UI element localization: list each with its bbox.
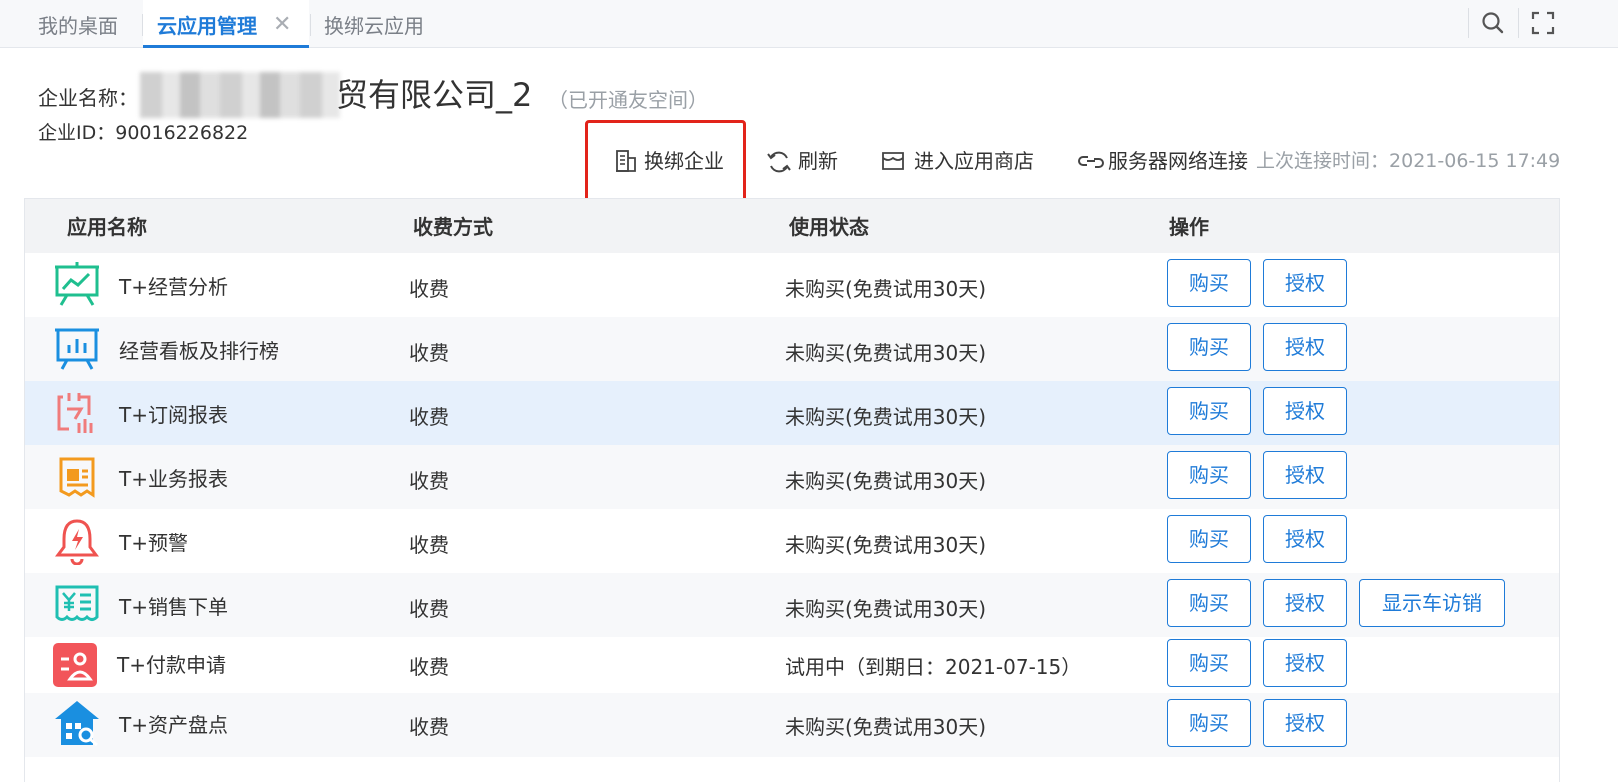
annotation-highlight-box: [585, 120, 746, 208]
buy-button[interactable]: 购买: [1167, 699, 1251, 747]
table-row: T+业务报表 收费 未购买(免费试用30天) 购买 授权: [25, 445, 1559, 509]
server-network-label: 服务器网络连接: [1108, 149, 1248, 173]
app-name: T+销售下单: [119, 595, 228, 619]
fullscreen-icon[interactable]: [1530, 10, 1556, 36]
usage-status: 未购买(免费试用30天): [785, 715, 987, 739]
store-icon: [882, 152, 904, 170]
payment-request-icon: [53, 643, 97, 687]
tab-cloud-app-management[interactable]: 云应用管理 ✕: [143, 0, 309, 48]
table-row: T+资产盘点 收费 未购买(免费试用30天) 购买 授权: [25, 693, 1559, 757]
buy-button[interactable]: 购买: [1167, 387, 1251, 435]
table-row: T+销售下单 收费 未购买(免费试用30天) 购买 授权 显示车访销: [25, 573, 1559, 637]
last-connect-time: 上次连接时间：2021-06-15 17:49: [1256, 146, 1560, 176]
dashboard-ranking-icon: [55, 328, 99, 370]
header-operations: 操作: [1169, 215, 1209, 239]
search-icon[interactable]: [1480, 10, 1506, 36]
authorize-button[interactable]: 授权: [1263, 579, 1347, 627]
buy-button[interactable]: 购买: [1167, 451, 1251, 499]
usage-status: 未购买(免费试用30天): [785, 405, 987, 429]
authorize-button[interactable]: 授权: [1263, 515, 1347, 563]
usage-status: 未购买(免费试用30天): [785, 597, 987, 621]
header-usage-status: 使用状态: [789, 215, 869, 239]
alarm-bell-icon: [55, 519, 99, 565]
last-connect-value: 2021-06-15 17:49: [1389, 150, 1561, 172]
authorize-button[interactable]: 授权: [1263, 387, 1347, 435]
tab-bar: 我的桌面 云应用管理 ✕ 换绑云应用: [0, 0, 1618, 48]
usage-status: 未购买(免费试用30天): [785, 533, 987, 557]
tab-divider: [310, 14, 311, 36]
charge-mode: 收费: [409, 469, 449, 493]
app-name: T+付款申请: [117, 653, 226, 677]
asset-inventory-icon: [55, 701, 99, 747]
table-row: T+预警 收费 未购买(免费试用30天) 购买 授权: [25, 509, 1559, 573]
enterprise-name: 贸有限公司_2: [336, 76, 533, 114]
app-name: T+资产盘点: [119, 713, 228, 737]
authorize-button[interactable]: 授权: [1263, 451, 1347, 499]
charge-mode: 收费: [409, 597, 449, 621]
tab-rebind-cloud-app[interactable]: 换绑云应用: [324, 0, 424, 48]
charge-mode: 收费: [409, 533, 449, 557]
buy-button[interactable]: 购买: [1167, 579, 1251, 627]
buy-button[interactable]: 购买: [1167, 639, 1251, 687]
app-name: 经营看板及排行榜: [119, 339, 279, 363]
buy-button[interactable]: 购买: [1167, 515, 1251, 563]
table-row: T+付款申请 收费 试用中（到期日：2021-07-15） 购买 授权: [25, 637, 1559, 693]
authorize-button[interactable]: 授权: [1263, 699, 1347, 747]
link-icon: [1078, 156, 1104, 168]
table-row: T+经营分析 收费 未购买(免费试用30天) 购买 授权: [25, 253, 1559, 317]
chart-board-icon: [55, 262, 99, 306]
show-van-sales-button[interactable]: 显示车访销: [1359, 579, 1505, 627]
authorize-button[interactable]: 授权: [1263, 323, 1347, 371]
sales-order-icon: [55, 585, 99, 621]
last-connect-label: 上次连接时间：: [1256, 150, 1390, 172]
usage-status: 未购买(免费试用30天): [785, 341, 987, 365]
table-row: 经营看板及排行榜 收费 未购买(免费试用30天) 购买 授权: [25, 317, 1559, 381]
charge-mode: 收费: [409, 655, 449, 679]
topbar-divider: [1468, 8, 1469, 38]
refresh-label: 刷新: [798, 149, 838, 173]
header-app-name: 应用名称: [67, 215, 147, 239]
close-icon[interactable]: ✕: [273, 0, 291, 50]
server-network-button[interactable]: 服务器网络连接: [1078, 146, 1254, 176]
buy-button[interactable]: 购买: [1167, 323, 1251, 371]
enterprise-id-value: 90016226822: [115, 122, 249, 144]
business-report-icon: [59, 457, 95, 498]
enterprise-id-label: 企业ID：: [38, 122, 116, 144]
usage-status: 未购买(免费试用30天): [785, 469, 987, 493]
charge-mode: 收费: [409, 715, 449, 739]
charge-mode: 收费: [409, 341, 449, 365]
refresh-icon: [767, 151, 791, 173]
subscribe-report-icon: [57, 393, 93, 433]
charge-mode: 收费: [409, 277, 449, 301]
refresh-button[interactable]: 刷新: [766, 146, 846, 176]
app-store-button[interactable]: 进入应用商店: [880, 146, 1040, 176]
authorize-button[interactable]: 授权: [1263, 259, 1347, 307]
topbar-divider: [1518, 8, 1519, 38]
app-store-label: 进入应用商店: [914, 149, 1034, 173]
app-name: T+经营分析: [119, 275, 228, 299]
usage-status: 未购买(免费试用30天): [785, 277, 987, 301]
app-name: T+业务报表: [119, 467, 228, 491]
enterprise-name-label: 企业名称：: [38, 86, 138, 110]
space-status-note: （已开通友空间）: [548, 88, 708, 112]
buy-button[interactable]: 购买: [1167, 259, 1251, 307]
tab-my-desktop[interactable]: 我的桌面: [38, 0, 118, 48]
header-charge-mode: 收费方式: [413, 215, 493, 239]
enterprise-id: 企业ID：90016226822: [38, 118, 248, 145]
charge-mode: 收费: [409, 405, 449, 429]
table-header: 应用名称 收费方式 使用状态 操作: [25, 199, 1559, 253]
redacted-enterprise-name: [140, 72, 340, 118]
cloud-app-table: 应用名称 收费方式 使用状态 操作 T+经营分析 收费 未购买(免费试用30天)…: [24, 198, 1560, 782]
app-name: T+订阅报表: [119, 403, 228, 427]
usage-status: 试用中（到期日：2021-07-15）: [785, 655, 1082, 679]
authorize-button[interactable]: 授权: [1263, 639, 1347, 687]
table-row: T+订阅报表 收费 未购买(免费试用30天) 购买 授权: [25, 381, 1559, 445]
app-name: T+预警: [119, 531, 188, 555]
tab-label: 云应用管理: [157, 14, 257, 38]
